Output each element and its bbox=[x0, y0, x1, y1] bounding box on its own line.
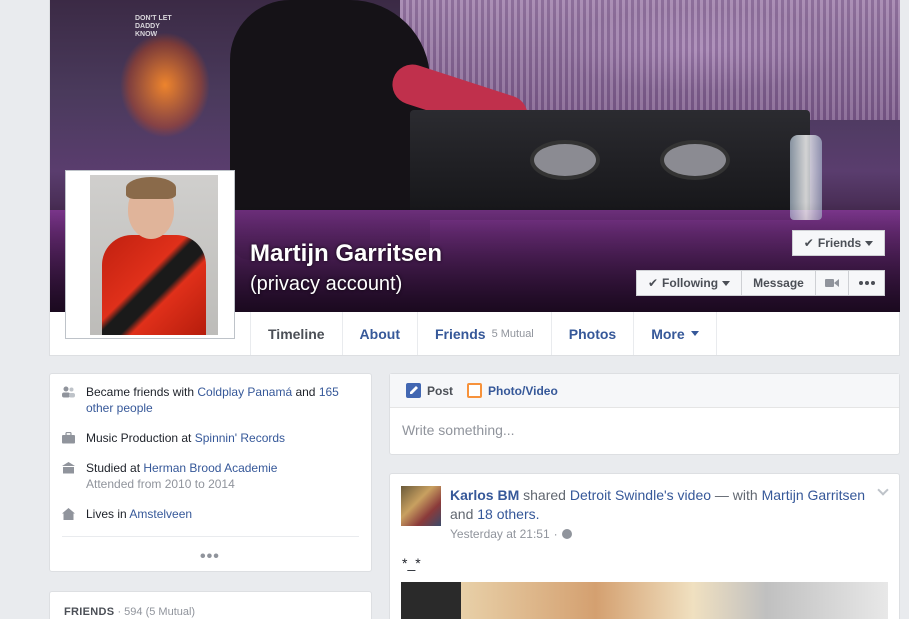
globe-icon bbox=[561, 529, 572, 539]
photo-icon bbox=[467, 383, 483, 398]
story-text: *_* bbox=[402, 555, 421, 571]
story-video[interactable] bbox=[401, 582, 888, 619]
following-button-label: Following bbox=[662, 276, 719, 290]
profile-tabs: Timeline About Friends 5 Mutual Photos Mo… bbox=[250, 312, 717, 355]
tab-about[interactable]: About bbox=[341, 312, 417, 355]
composer-tabs: Post Photo/Video bbox=[390, 374, 899, 408]
composer-tab-photo-video[interactable]: Photo/Video bbox=[467, 383, 558, 398]
caret-down-icon bbox=[690, 331, 699, 336]
intro-item-friends: Became friends with Coldplay Panamá and … bbox=[62, 384, 362, 416]
message-button-label: Message bbox=[753, 276, 804, 290]
caret-down-icon bbox=[722, 280, 731, 286]
profile-name[interactable]: Martijn Garritsen bbox=[250, 240, 442, 268]
ellipsis-icon bbox=[858, 281, 875, 285]
cover-sign: DON'T LET DADDY KNOW bbox=[135, 15, 172, 38]
feed-story: Karlos BM shared Detroit Swindle's video… bbox=[389, 473, 900, 619]
school-icon bbox=[62, 462, 75, 474]
friends-card: FRIENDS · 594 (5 Mutual) bbox=[49, 591, 372, 619]
intro-card: Became friends with Coldplay Panamá and … bbox=[49, 373, 372, 572]
profile-subtitle: (privacy account) bbox=[250, 273, 403, 295]
friends-button[interactable]: ✔ Friends bbox=[792, 230, 885, 256]
actor-link[interactable]: Karlos BM bbox=[450, 487, 519, 503]
home-icon bbox=[62, 508, 75, 520]
composer-tab-post[interactable]: Post bbox=[406, 383, 453, 398]
chevron-down-icon[interactable] bbox=[877, 484, 889, 496]
people-icon bbox=[62, 386, 75, 398]
checkmark-icon: ✔ bbox=[647, 276, 659, 290]
composer-input[interactable]: Write something... bbox=[390, 408, 899, 452]
story-meta: Yesterday at 21:51 · bbox=[450, 527, 572, 541]
tab-photos[interactable]: Photos bbox=[550, 312, 633, 355]
others-link[interactable]: 18 others bbox=[477, 506, 535, 522]
school-link[interactable]: Herman Brood Academie bbox=[143, 461, 277, 475]
divider bbox=[62, 536, 359, 537]
more-options-button[interactable] bbox=[848, 270, 885, 296]
video-call-button[interactable] bbox=[815, 270, 849, 296]
timestamp[interactable]: Yesterday at 21:51 bbox=[450, 527, 550, 541]
friends-card-title[interactable]: FRIENDS bbox=[64, 606, 114, 618]
source-link[interactable]: Detroit Swindle bbox=[570, 487, 664, 503]
caret-down-icon bbox=[865, 240, 874, 246]
briefcase-icon bbox=[62, 432, 75, 444]
checkmark-icon: ✔ bbox=[803, 236, 814, 250]
school-detail: Attended from 2010 to 2014 bbox=[86, 477, 235, 491]
profile-photo bbox=[90, 175, 218, 335]
tab-friends[interactable]: Friends 5 Mutual bbox=[416, 312, 551, 355]
friend-link-coldplay[interactable]: Coldplay Panamá bbox=[197, 385, 292, 399]
avatar[interactable] bbox=[401, 486, 441, 526]
work-link[interactable]: Spinnin' Records bbox=[195, 431, 285, 445]
profile-header: DON'T LET DADDY KNOW Martijn Garritsen (pr… bbox=[49, 0, 900, 356]
message-button[interactable]: Message bbox=[741, 270, 816, 296]
pencil-icon bbox=[406, 383, 421, 398]
tagged-link[interactable]: Martijn Garritsen bbox=[762, 487, 865, 503]
video-link[interactable]: 's video bbox=[664, 487, 711, 503]
story-header: Karlos BM shared Detroit Swindle's video… bbox=[450, 487, 866, 522]
profile-picture[interactable] bbox=[65, 170, 235, 339]
city-link[interactable]: Amstelveen bbox=[129, 507, 192, 521]
intro-item-school: Studied at Herman Brood Academie Attended… bbox=[62, 460, 362, 492]
friends-button-label: Friends bbox=[817, 236, 862, 250]
post-composer: Post Photo/Video Write something... bbox=[389, 373, 900, 455]
intro-item-lives: Lives in Amstelveen bbox=[62, 506, 362, 522]
tab-timeline[interactable]: Timeline bbox=[250, 312, 342, 355]
tab-more[interactable]: More bbox=[633, 312, 717, 355]
intro-more-button[interactable]: ••• bbox=[200, 548, 220, 566]
video-camera-icon bbox=[825, 279, 839, 287]
friends-card-count: · 594 (5 Mutual) bbox=[114, 606, 196, 618]
mutual-count: 5 Mutual bbox=[491, 327, 534, 340]
intro-item-work: Music Production at Spinnin' Records bbox=[62, 430, 362, 446]
following-button[interactable]: ✔ Following bbox=[636, 270, 742, 296]
